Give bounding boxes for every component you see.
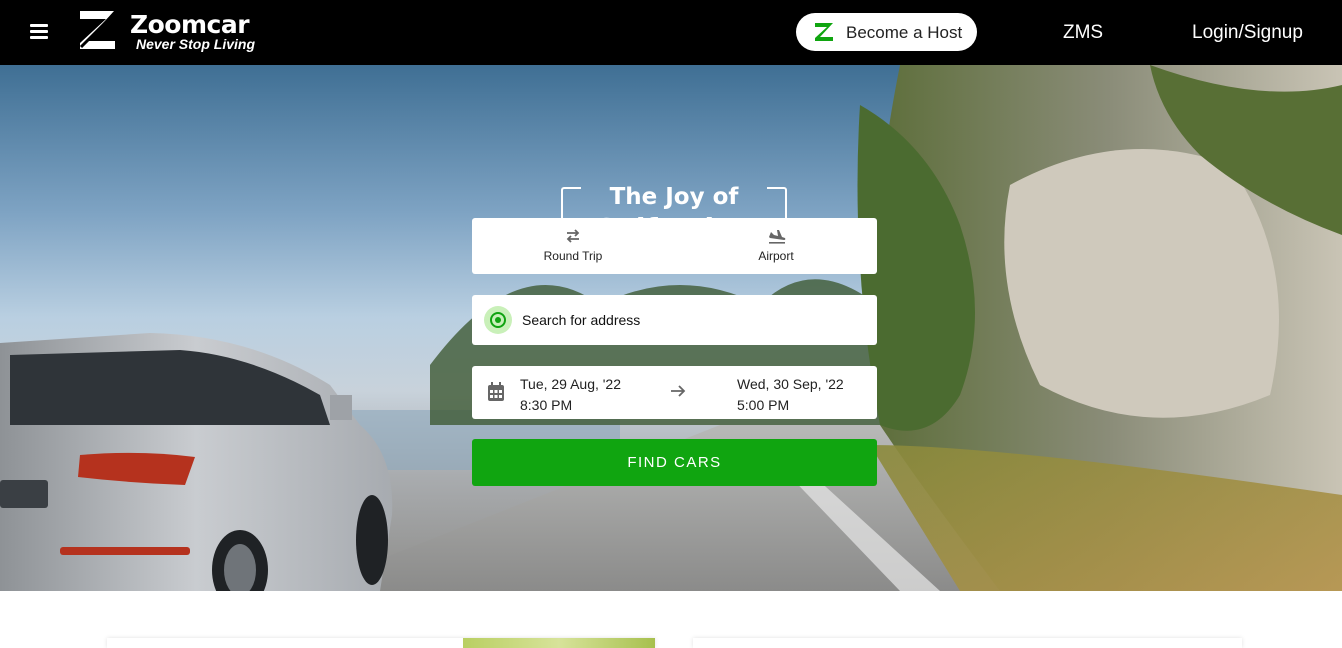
nav-zms-link[interactable]: ZMS — [1063, 22, 1103, 44]
login-signup-link[interactable]: Login/Signup — [1192, 22, 1303, 44]
zoomcar-z-icon — [815, 23, 833, 41]
hamburger-menu-icon[interactable] — [30, 24, 48, 39]
become-host-label: Become a Host — [846, 23, 963, 42]
airplane-landing-icon — [769, 230, 786, 244]
end-time: 5:00 PM — [737, 397, 790, 413]
zoomcar-logo[interactable]: Zoomcar Never Stop Living — [77, 9, 267, 53]
promo-card-left-image — [463, 638, 655, 648]
swap-arrows-icon — [566, 229, 580, 243]
start-date: Tue, 29 Aug, '22 — [520, 376, 622, 392]
start-time: 8:30 PM — [520, 397, 573, 413]
tab-round-trip[interactable]: Round Trip — [472, 218, 674, 274]
promo-card-left[interactable] — [107, 638, 655, 648]
brand-tagline: Never Stop Living — [136, 36, 256, 52]
address-search-field[interactable]: Search for address — [472, 295, 877, 345]
end-date: Wed, 30 Sep, '22 — [737, 376, 844, 392]
tab-airport[interactable]: Airport — [675, 218, 877, 274]
brand-name: Zoomcar — [130, 10, 250, 39]
promo-card-right[interactable] — [693, 638, 1242, 648]
round-trip-label: Round Trip — [543, 249, 603, 263]
calendar-icon — [488, 382, 504, 401]
find-cars-button[interactable]: FIND CARS — [472, 439, 877, 486]
top-navbar: Zoomcar Never Stop Living Become a Host … — [0, 0, 1342, 65]
start-datetime: Tue, 29 Aug, '22 8:30 PM — [520, 374, 621, 416]
become-host-button[interactable]: Become a Host — [796, 13, 977, 51]
arrow-right-icon — [671, 385, 686, 397]
hero-title-line1: The Joy of — [609, 184, 739, 210]
trip-type-selector: Round Trip Airport — [472, 218, 877, 274]
search-placeholder: Search for address — [522, 312, 641, 328]
airport-label: Airport — [758, 249, 794, 263]
end-datetime: Wed, 30 Sep, '22 5:00 PM — [737, 374, 844, 416]
date-range-picker[interactable]: Tue, 29 Aug, '22 8:30 PM Wed, 30 Sep, '2… — [472, 366, 877, 419]
location-target-icon — [484, 306, 512, 334]
zoomcar-logo-mark-icon — [79, 11, 115, 49]
